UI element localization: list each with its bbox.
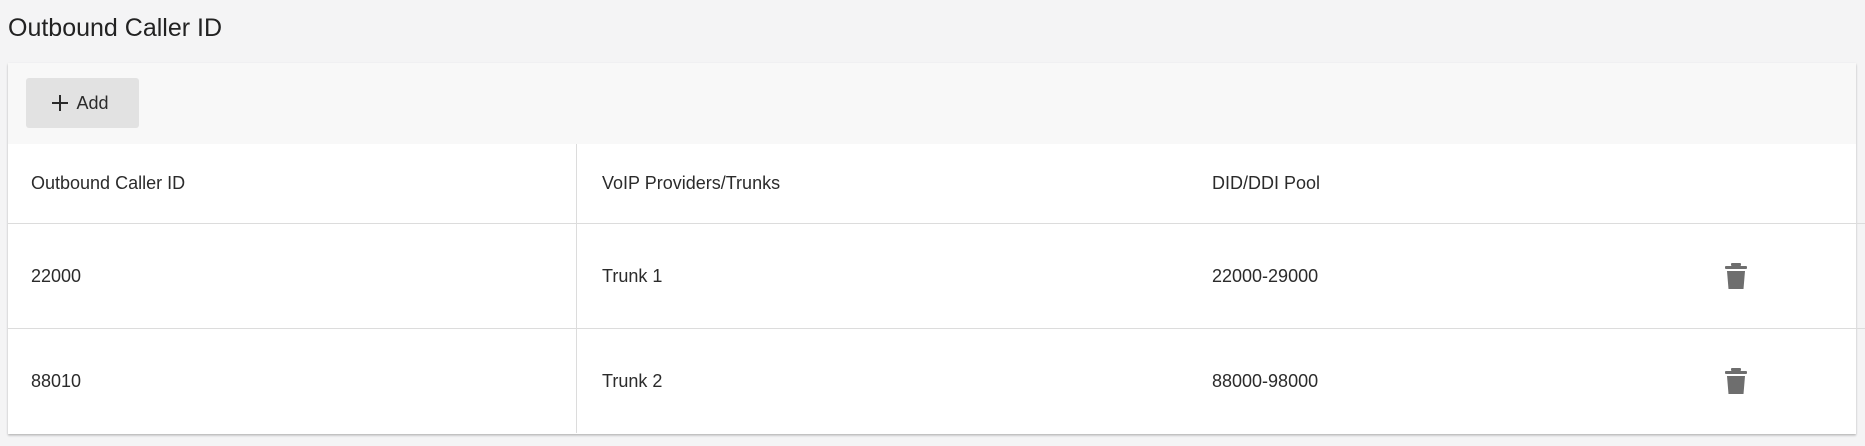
delete-button[interactable]	[1716, 361, 1756, 401]
cell-caller-id: 88010	[8, 328, 577, 433]
cell-caller-id: 22000	[8, 223, 577, 329]
add-button[interactable]: Add	[26, 78, 139, 128]
caller-id-table: Outbound Caller ID VoIP Providers/Trunks…	[8, 144, 1865, 433]
page-title: Outbound Caller ID	[8, 14, 223, 42]
plus-icon	[52, 95, 69, 111]
cell-pool: 88000-98000	[1212, 370, 1319, 391]
header-voip-providers-trunks[interactable]: VoIP Providers/Trunks	[576, 144, 1212, 224]
trash-icon	[1725, 368, 1747, 394]
add-button-label: Add	[76, 92, 109, 113]
toolbar: Add	[8, 63, 1856, 144]
header-did-ddi-pool[interactable]: DID/DDI Pool	[1212, 144, 1712, 224]
table-header-row: Outbound Caller ID VoIP Providers/Trunks…	[8, 144, 1865, 224]
table-row[interactable]: 22000 Trunk 1 22000-29000	[8, 223, 1865, 329]
trash-icon	[1725, 263, 1747, 289]
cell-actions	[1712, 223, 1865, 329]
cell-pool: 22000-29000	[1212, 223, 1712, 329]
header-actions	[1712, 144, 1865, 224]
cell-actions	[1712, 329, 1865, 434]
cell-trunk: Trunk 2	[602, 370, 663, 391]
table-row[interactable]: 88010 Trunk 2 88000-98000	[8, 328, 1865, 434]
outbound-caller-id-card: Add Outbound Caller ID VoIP Providers/Tr…	[8, 63, 1865, 434]
delete-button[interactable]	[1716, 256, 1756, 296]
cell-trunk: Trunk 1	[576, 223, 1212, 329]
header-outbound-caller-id[interactable]: Outbound Caller ID	[8, 144, 577, 224]
